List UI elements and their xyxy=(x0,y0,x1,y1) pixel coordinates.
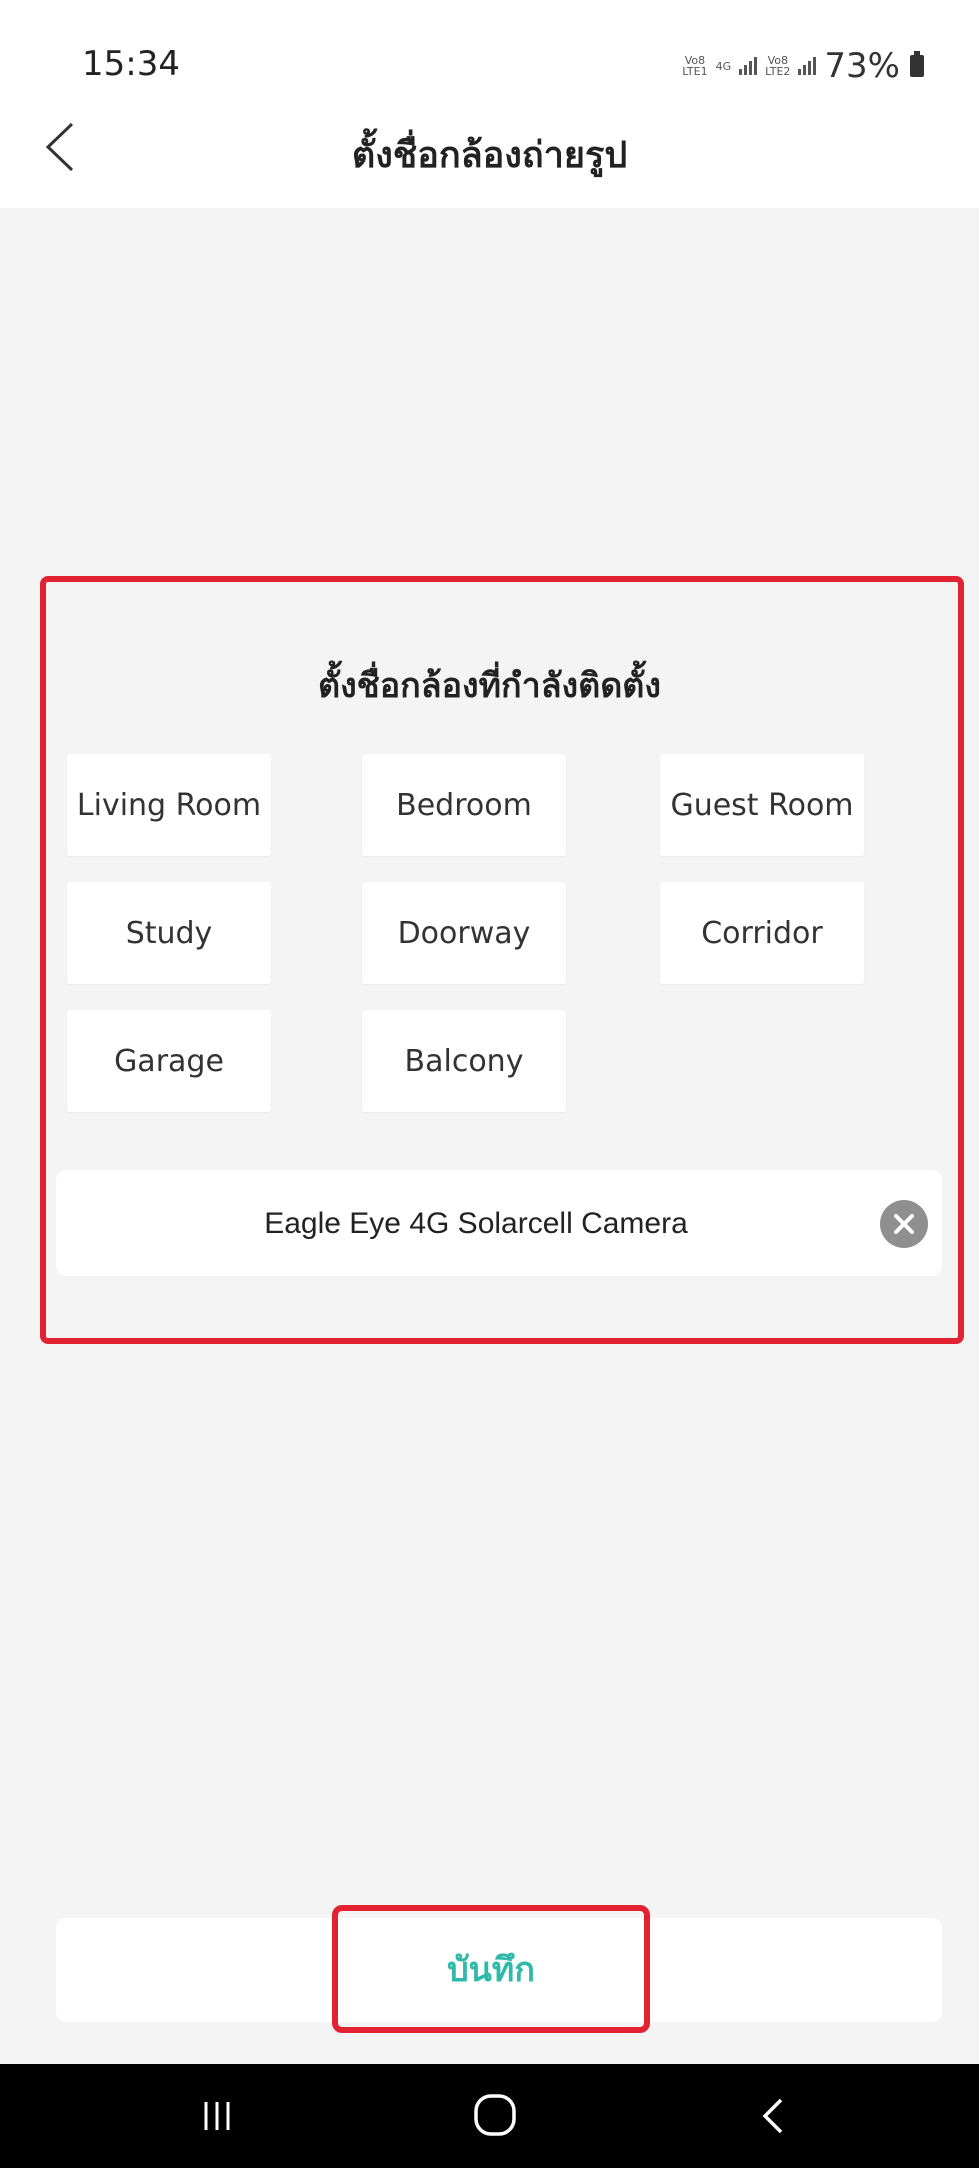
network-sim1-label: Vo8 LTE1 xyxy=(682,54,708,78)
signal-icon xyxy=(739,57,758,75)
recent-apps-icon xyxy=(204,2102,230,2130)
preset-chip-corridor[interactable]: Corridor xyxy=(660,882,864,984)
nav-recent-apps-button[interactable] xyxy=(182,2084,252,2148)
nav-home-button[interactable] xyxy=(460,2084,530,2148)
preset-chip-guest-room[interactable]: Guest Room xyxy=(660,754,864,856)
home-icon xyxy=(474,2094,516,2136)
system-nav-bar xyxy=(0,2064,979,2168)
preset-chip-garage[interactable]: Garage xyxy=(67,1010,271,1112)
status-time: 15:34 xyxy=(82,44,180,84)
preset-chip-balcony[interactable]: Balcony xyxy=(362,1010,566,1112)
clear-circle-icon xyxy=(894,1214,914,1234)
nav-back-button[interactable] xyxy=(738,2084,808,2148)
preset-chip-bedroom[interactable]: Bedroom xyxy=(362,754,566,856)
signal-icon-2 xyxy=(798,57,817,75)
status-icons: Vo8 LTE1 4G Vo8 LTE2 73% xyxy=(682,46,924,86)
battery-percentage: 73% xyxy=(824,46,900,86)
preset-chip-study[interactable]: Study xyxy=(67,882,271,984)
screen: 15:34 Vo8 LTE1 4G Vo8 LTE2 73% ตั้งชื่อก… xyxy=(0,0,979,2168)
preset-chip-living-room[interactable]: Living Room xyxy=(67,754,271,856)
section-title: ตั้งชื่อกล้องที่กำลังติดตั้ง xyxy=(318,666,661,706)
camera-name-input[interactable] xyxy=(56,1170,878,1278)
battery-icon xyxy=(910,51,924,77)
preset-chip-doorway[interactable]: Doorway xyxy=(362,882,566,984)
page-title: ตั้งชื่อกล้องถ่ายรูป xyxy=(351,135,628,176)
network-sim2-label: Vo8 LTE2 xyxy=(765,54,791,78)
network-4g-label: 4G xyxy=(715,59,732,73)
camera-name-field xyxy=(56,1170,942,1278)
back-icon xyxy=(762,2098,783,2134)
save-button[interactable]: บันทึก xyxy=(338,1911,644,2027)
clear-button[interactable] xyxy=(880,1200,928,1248)
